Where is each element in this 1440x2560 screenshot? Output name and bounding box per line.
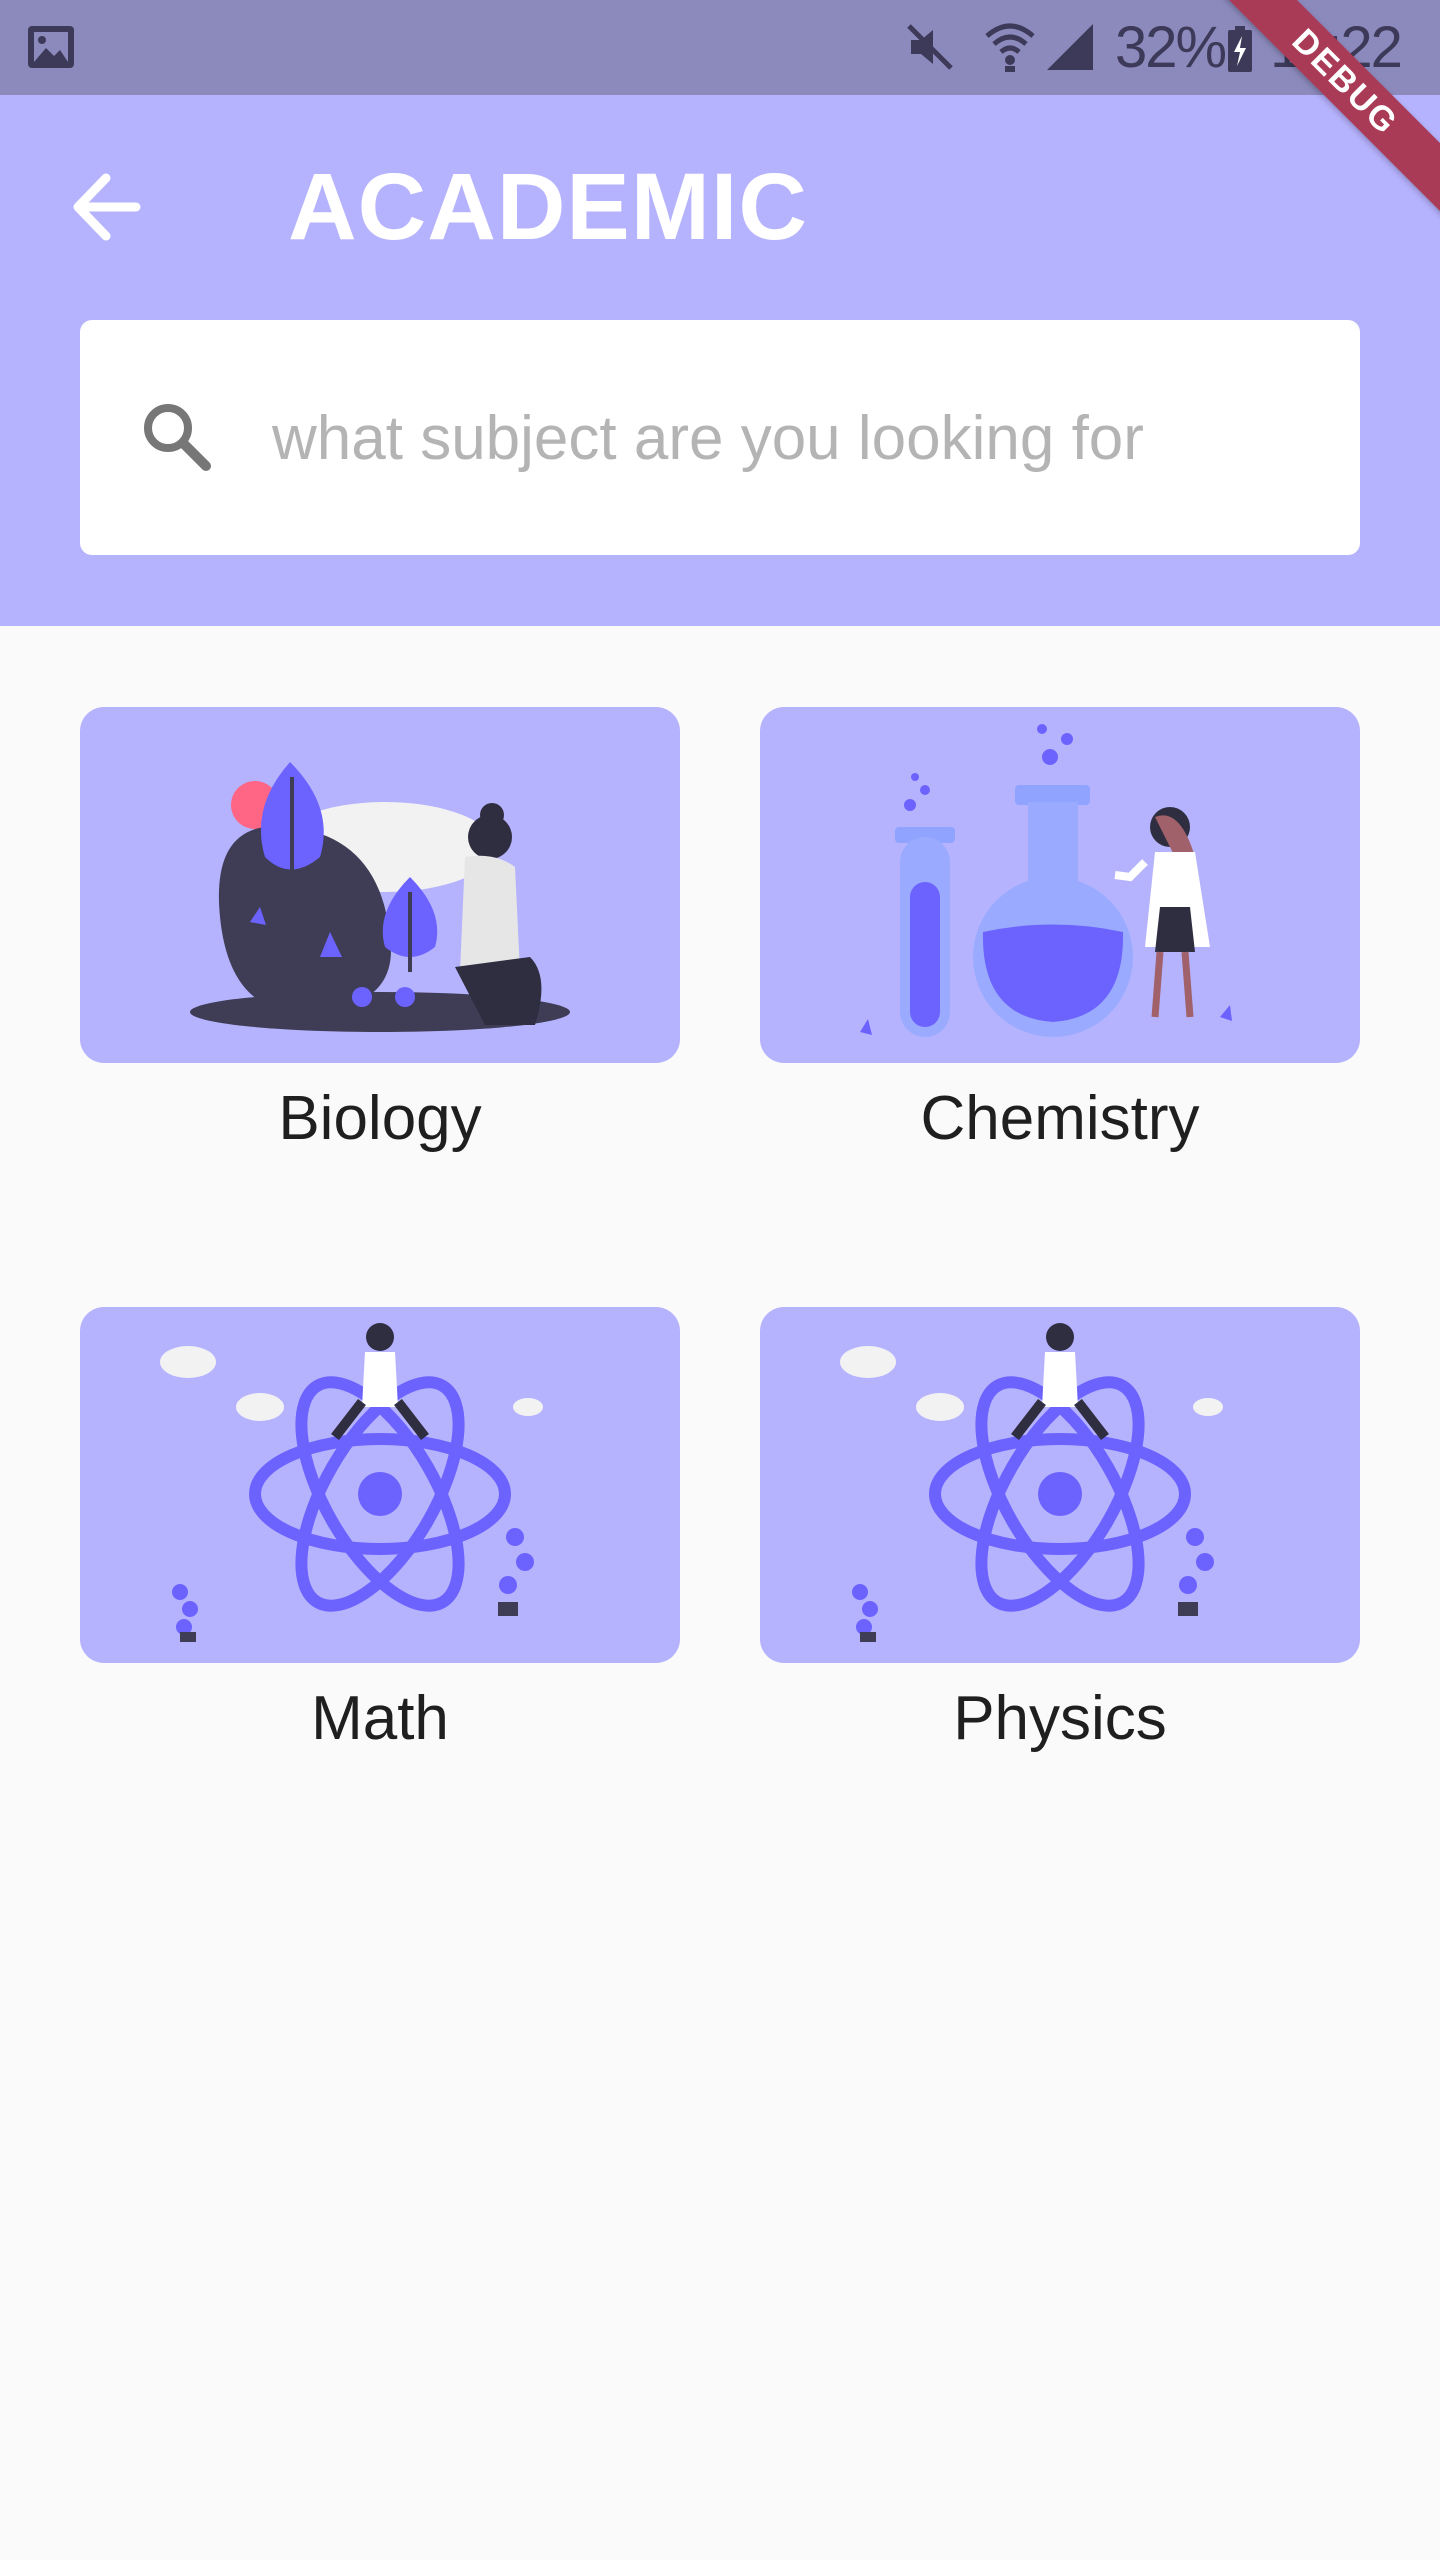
gallery-icon xyxy=(26,24,76,75)
subject-card-physics[interactable]: Physics xyxy=(760,1307,1360,1754)
search-bar[interactable] xyxy=(80,320,1360,555)
mute-icon xyxy=(905,22,957,77)
wifi-icon xyxy=(985,20,1035,79)
battery-percent: 32% xyxy=(1115,15,1227,80)
chemistry-illustration xyxy=(760,707,1360,1063)
battery-charging-icon xyxy=(1226,26,1254,79)
atom-illustration xyxy=(80,1307,680,1663)
subject-card-math[interactable]: Math xyxy=(80,1307,680,1754)
atom-illustration xyxy=(760,1307,1360,1663)
page-title: ACADEMIC xyxy=(288,154,808,260)
status-bar: 32% 11:22 xyxy=(0,0,1440,95)
subject-card-biology[interactable]: Biology xyxy=(80,707,680,1154)
subject-label-biology: Biology xyxy=(278,1084,482,1153)
signal-icon xyxy=(1045,22,1097,77)
subject-label-chemistry: Chemistry xyxy=(920,1084,1200,1153)
subject-label-physics: Physics xyxy=(953,1684,1167,1753)
search-icon xyxy=(138,398,214,479)
subject-label-math: Math xyxy=(311,1684,449,1753)
back-button[interactable] xyxy=(70,172,154,242)
subject-card-chemistry[interactable]: Chemistry xyxy=(760,707,1360,1154)
arrow-left-icon xyxy=(73,173,141,241)
biology-illustration xyxy=(80,707,680,1063)
search-input[interactable] xyxy=(270,380,1314,497)
